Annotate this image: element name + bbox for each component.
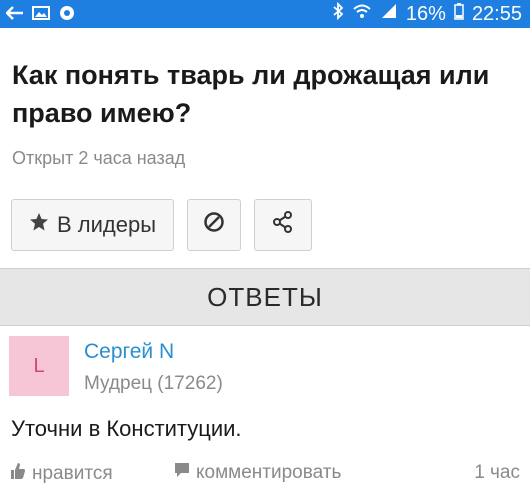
back-icon	[5, 5, 24, 26]
avatar[interactable]: L	[9, 336, 69, 396]
status-bar: 16% 22:55	[0, 0, 530, 28]
question-opened-time: Открыт 2 часа назад	[12, 148, 186, 168]
to-leaders-label: В лидеры	[56, 212, 157, 237]
battery-icon	[454, 2, 464, 26]
to-leaders-button[interactable]: В лидеры	[11, 199, 174, 251]
shield-icon	[58, 4, 76, 27]
answers-header: ОТВЕТЫ	[0, 268, 530, 326]
avatar-letter: L	[33, 354, 45, 377]
bluetooth-icon	[332, 1, 344, 26]
question-title: Как понять тварь ли дрожащая или право и…	[12, 60, 490, 128]
image-icon	[32, 5, 50, 26]
status-left	[5, 4, 76, 27]
comment-label: комментировать	[196, 462, 342, 483]
author-rank: Мудрец (17262)	[84, 373, 223, 394]
thumbs-up-icon	[10, 462, 26, 486]
answers-header-label: ОТВЕТЫ	[207, 281, 323, 312]
comment-button[interactable]: комментировать	[174, 462, 341, 484]
answer-text: Уточни в Конституции.	[11, 416, 242, 441]
block-icon	[203, 211, 225, 239]
status-time: 22:55	[471, 3, 522, 25]
block-button[interactable]	[187, 199, 241, 251]
signal-icon	[380, 2, 398, 26]
star-icon	[29, 212, 49, 238]
like-button[interactable]: нравится	[10, 462, 113, 486]
status-right: 16% 22:55	[332, 1, 522, 26]
battery-percent: 16%	[405, 3, 446, 25]
like-label: нравится	[32, 463, 113, 484]
author-name-link[interactable]: Сергей N	[84, 340, 174, 364]
wifi-icon	[352, 2, 372, 26]
answer-time: 1 час	[474, 462, 520, 483]
share-button[interactable]	[254, 199, 312, 251]
share-icon	[271, 210, 295, 240]
comment-icon	[174, 462, 190, 484]
